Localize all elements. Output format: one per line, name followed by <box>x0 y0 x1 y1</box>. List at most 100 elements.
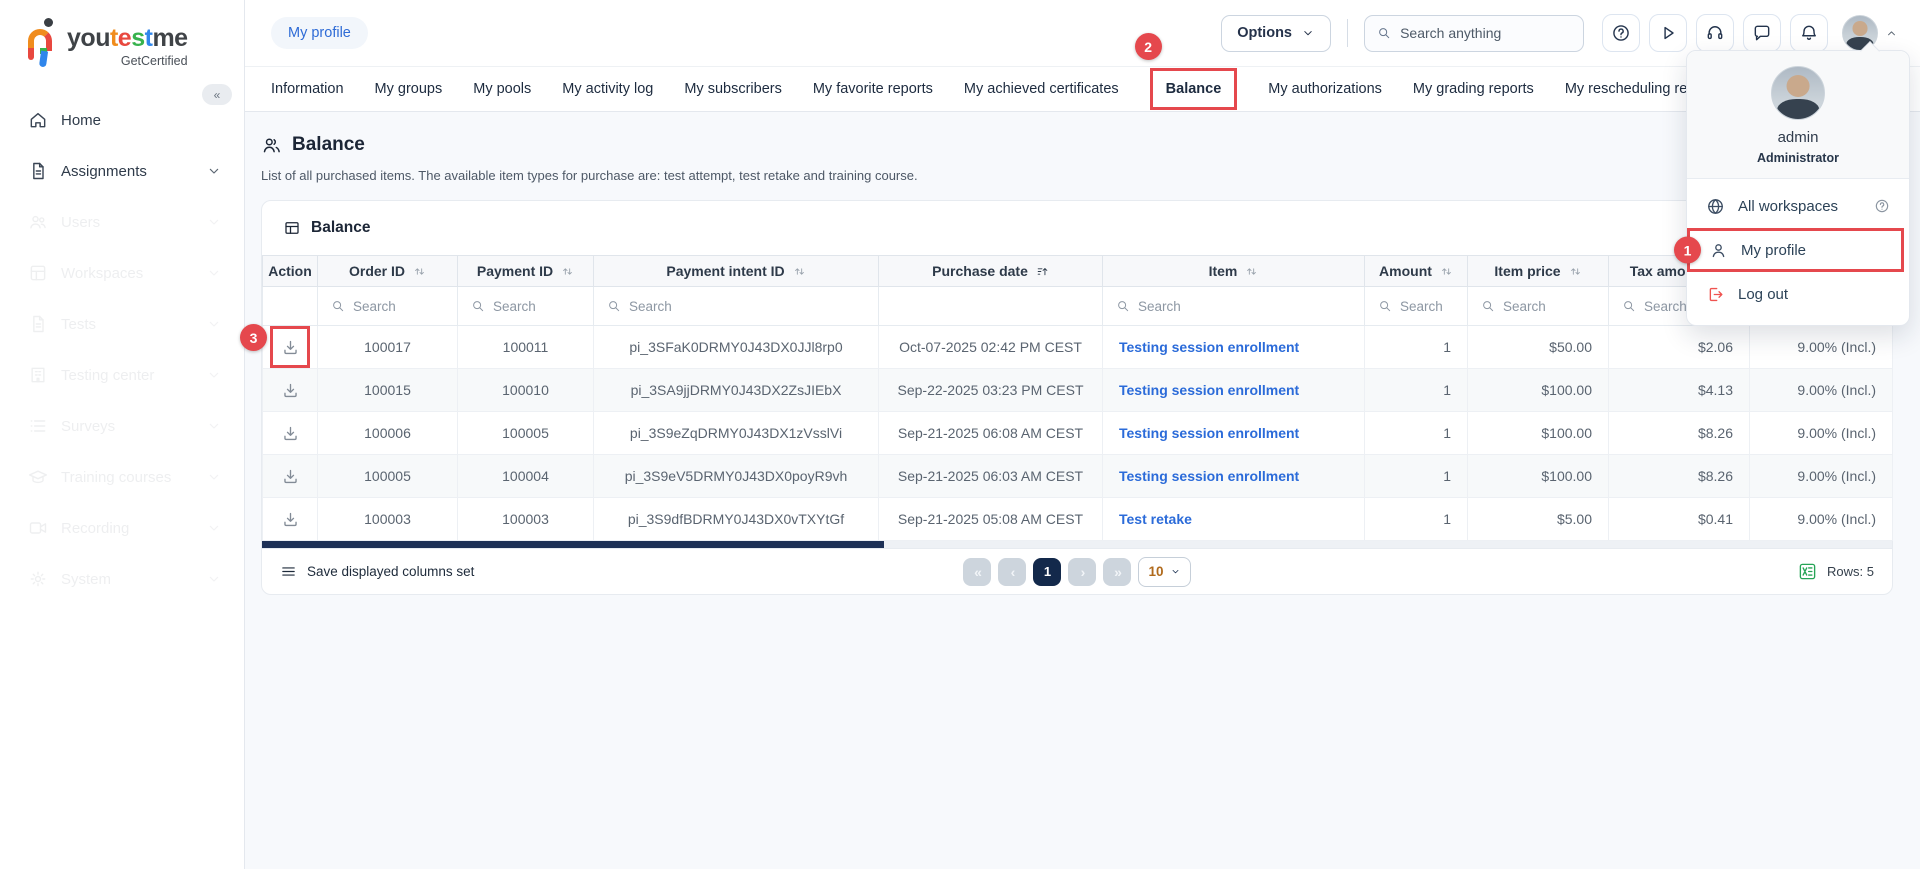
column-search-input[interactable] <box>629 299 870 314</box>
options-button[interactable]: Options <box>1221 15 1331 52</box>
download-invoice-button[interactable] <box>270 369 310 411</box>
filter-cell-order-id[interactable] <box>318 287 458 326</box>
column-header-item[interactable]: Item <box>1103 256 1365 287</box>
cell-payment-id: 100003 <box>458 498 594 541</box>
column-search-input[interactable] <box>1503 299 1600 314</box>
cell-tax-amount: $8.26 <box>1609 412 1750 455</box>
help-button[interactable] <box>1602 14 1640 52</box>
filter-cell-payment-id[interactable] <box>458 287 594 326</box>
download-invoice-button[interactable] <box>270 412 310 454</box>
sidebar-item-label: Assignments <box>61 163 193 180</box>
filter-cell-item-price[interactable] <box>1468 287 1609 326</box>
sidebar-item-surveys[interactable]: Surveys <box>20 404 230 448</box>
item-link[interactable]: Test retake <box>1119 511 1192 527</box>
column-header-order-id[interactable]: Order ID <box>318 256 458 287</box>
filter-cell-amount[interactable] <box>1365 287 1468 326</box>
column-header-payment-id[interactable]: Payment ID <box>458 256 594 287</box>
user-menu-header: admin Administrator <box>1687 51 1909 179</box>
tab-my-favorite-reports[interactable]: My favorite reports <box>813 81 933 97</box>
global-search[interactable] <box>1364 15 1584 52</box>
item-link[interactable]: Testing session enrollment <box>1119 382 1299 398</box>
table-row: 100015100010pi_3SA9jjDRMY0J43DX2ZsJIEbXS… <box>263 369 1893 412</box>
column-header-purchase-date[interactable]: Purchase date <box>879 256 1103 287</box>
tour-play-button[interactable] <box>1649 14 1687 52</box>
tab-my-authorizations[interactable]: My authorizations <box>1268 81 1382 97</box>
sidebar-item-training-courses[interactable]: Training courses <box>20 455 230 499</box>
item-link[interactable]: Testing session enrollment <box>1119 425 1299 441</box>
help-icon <box>1874 198 1890 214</box>
chevron-down-icon <box>1301 26 1315 40</box>
menu-item-log-out[interactable]: Log out <box>1687 272 1909 316</box>
cell-item-price: $5.00 <box>1468 498 1609 541</box>
support-headset-button[interactable] <box>1696 14 1734 52</box>
sort-icon <box>1569 265 1582 278</box>
download-icon <box>281 424 300 443</box>
filter-cell-item[interactable] <box>1103 287 1365 326</box>
item-link[interactable]: Testing session enrollment <box>1119 339 1299 355</box>
column-search-input[interactable] <box>1138 299 1356 314</box>
building-icon <box>28 365 48 385</box>
column-label: Payment ID <box>477 263 553 279</box>
page-size-select[interactable]: 10 <box>1138 557 1190 587</box>
sidebar-item-workspaces[interactable]: Workspaces <box>20 251 230 295</box>
download-invoice-button[interactable] <box>270 498 310 540</box>
prev-page-button[interactable]: ‹ <box>998 558 1026 586</box>
column-search-input[interactable] <box>493 299 585 314</box>
tab-my-activity-log[interactable]: My activity log <box>562 81 653 97</box>
excel-export-icon[interactable] <box>1798 562 1817 581</box>
item-link[interactable]: Testing session enrollment <box>1119 468 1299 484</box>
sidebar-item-label: Tests <box>61 316 193 333</box>
download-icon <box>281 338 300 357</box>
sidebar-item-users[interactable]: Users <box>20 200 230 244</box>
sidebar-item-tests[interactable]: Tests <box>20 302 230 346</box>
action-cell <box>263 498 318 541</box>
sidebar-item-label: Users <box>61 214 193 231</box>
cell-payment-id: 100011 <box>458 326 594 369</box>
sidebar-item-recording[interactable]: Recording <box>20 506 230 550</box>
search-input[interactable] <box>1400 25 1571 41</box>
tab-my-groups[interactable]: My groups <box>375 81 443 97</box>
first-page-button[interactable]: « <box>963 558 991 586</box>
sidebar-item-assignments[interactable]: Assignments <box>20 149 230 193</box>
menu-item-all-workspaces[interactable]: All workspaces <box>1687 184 1909 228</box>
annotation-marker-3: 3 <box>240 324 267 351</box>
column-search-input[interactable] <box>1400 299 1459 314</box>
tab-balance[interactable]: Balance2 <box>1150 68 1238 110</box>
sidebar-item-system[interactable]: System <box>20 557 230 601</box>
save-columns-button[interactable]: Save displayed columns set <box>280 563 963 580</box>
cell-tax-amount: $4.13 <box>1609 369 1750 412</box>
content-area: Balance List of all purchased items. The… <box>245 113 1920 869</box>
current-page-button[interactable]: 1 <box>1033 558 1061 586</box>
cell-payment-intent-id: pi_3SA9jjDRMY0J43DX2ZsJIEbX <box>594 369 879 412</box>
menu-item-my-profile[interactable]: My profile1 <box>1687 228 1904 272</box>
last-page-button[interactable]: » <box>1103 558 1131 586</box>
notifications-bell-icon <box>1799 23 1819 43</box>
column-header-payment-intent-id[interactable]: Payment intent ID <box>594 256 879 287</box>
download-invoice-button[interactable]: 3 <box>270 326 310 368</box>
tab-my-subscribers[interactable]: My subscribers <box>684 81 782 97</box>
column-header-item-price[interactable]: Item price <box>1468 256 1609 287</box>
sidebar-item-label: Workspaces <box>61 265 193 282</box>
sidebar-collapse-button[interactable]: « <box>202 84 232 105</box>
notifications-bell-button[interactable] <box>1790 14 1828 52</box>
next-page-button[interactable]: › <box>1068 558 1096 586</box>
column-header-amount[interactable]: Amount <box>1365 256 1468 287</box>
horizontal-scrollbar[interactable] <box>262 541 1892 548</box>
breadcrumb[interactable]: My profile <box>271 17 368 49</box>
column-search-input[interactable] <box>353 299 449 314</box>
tab-my-grading-reports[interactable]: My grading reports <box>1413 81 1534 97</box>
sidebar-item-testing-center[interactable]: Testing center <box>20 353 230 397</box>
sidebar-item-home[interactable]: Home <box>20 98 230 142</box>
tab-my-pools[interactable]: My pools <box>473 81 531 97</box>
cell-order-id: 100017 <box>318 326 458 369</box>
column-label: Action <box>268 263 312 279</box>
chat-button[interactable] <box>1743 14 1781 52</box>
tab-information[interactable]: Information <box>271 81 344 97</box>
download-invoice-button[interactable] <box>270 455 310 497</box>
scrollbar-thumb[interactable] <box>262 541 884 548</box>
sort-icon <box>561 265 574 278</box>
tab-my-achieved-certificates[interactable]: My achieved certificates <box>964 81 1119 97</box>
cell-order-id: 100005 <box>318 455 458 498</box>
filter-cell-payment-intent-id[interactable] <box>594 287 879 326</box>
cell-amount: 1 <box>1365 369 1468 412</box>
